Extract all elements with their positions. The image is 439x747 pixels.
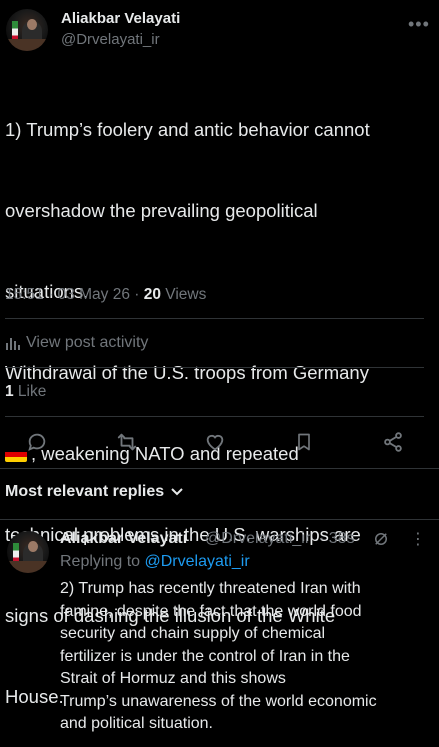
views-label: Views [160, 286, 207, 303]
post-meta: 15:51 · 03 May 26 · 20 Views [5, 286, 206, 304]
reply-text: 2) Trump has recently threatened Iran wi… [60, 578, 435, 736]
reply-more-options-icon[interactable]: ⋮ [410, 529, 426, 549]
reply-text-line: Trump’s unawareness of the world economi… [60, 692, 377, 710]
timestamp[interactable]: 15:51 · 03 May 26 · [5, 286, 144, 303]
replying-to-prefix: Replying to [60, 553, 145, 570]
reply-time[interactable]: · 38s [319, 530, 355, 548]
reply-icon[interactable] [24, 429, 50, 455]
reply-text-line: 2) Trump has recently threatened Iran wi… [60, 580, 361, 597]
share-icon[interactable] [380, 429, 406, 455]
reply-author-handle[interactable]: @Drvelayati_ir [205, 530, 310, 548]
author-handle[interactable]: @Drvelayati_ir [61, 31, 160, 48]
avatar-head [27, 19, 37, 30]
reply-text-line: Strait of Hormuz and this shows [60, 670, 286, 687]
reply-author-name[interactable]: Aliakbar Velayati [60, 530, 187, 548]
reply-text-line: famine, despite the fact that the world … [60, 602, 362, 620]
repost-icon[interactable] [114, 429, 140, 455]
divider [0, 468, 439, 469]
view-post-activity-link[interactable]: View post activity [5, 334, 148, 352]
reply-text-line: fertilizer is under the control of Iran … [60, 647, 350, 665]
divider [5, 318, 424, 319]
author-name[interactable]: Aliakbar Velayati [61, 10, 180, 27]
post-header: Aliakbar Velayati @Drvelayati_ir ••• [0, 0, 439, 58]
replying-to-handle-link[interactable]: @Drvelayati_ir [145, 553, 250, 570]
likes-summary[interactable]: 1 Like [5, 383, 46, 401]
more-options-icon[interactable]: ••• [408, 14, 430, 35]
divider [5, 416, 424, 417]
post-text-line: overshadow the prevailing geopolitical [5, 200, 318, 221]
avatar-desk [6, 39, 48, 51]
view-post-activity-label: View post activity [26, 334, 149, 351]
reply-text-line: security and chain supply of chemical [60, 625, 326, 642]
bookmark-icon[interactable] [291, 429, 317, 455]
post-text-line: Withdrawal of the U.S. troops from Germa… [5, 362, 369, 383]
divider [0, 519, 439, 520]
like-icon[interactable] [202, 429, 228, 455]
avatar-head [28, 541, 38, 552]
avatar-desk [7, 561, 49, 573]
analytics-icon [6, 338, 20, 350]
likes-label: Like [13, 383, 47, 400]
replies-sort-label: Most relevant replies [5, 483, 165, 500]
likes-count: 1 [5, 383, 14, 400]
chevron-down-icon [171, 488, 183, 496]
post-actions [0, 425, 439, 459]
views-count: 20 [143, 286, 161, 303]
reply-avatar[interactable] [7, 531, 49, 573]
avatar[interactable] [6, 9, 48, 51]
replying-to: Replying to @Drvelayati_ir [60, 553, 250, 571]
reply-text-line: and political situation. [60, 715, 213, 732]
divider [5, 367, 424, 368]
replies-sort-dropdown[interactable]: Most relevant replies [5, 483, 183, 501]
post-text-line: 1) Trump’s foolery and antic behavior ca… [5, 119, 370, 140]
grok-icon[interactable] [372, 530, 390, 553]
